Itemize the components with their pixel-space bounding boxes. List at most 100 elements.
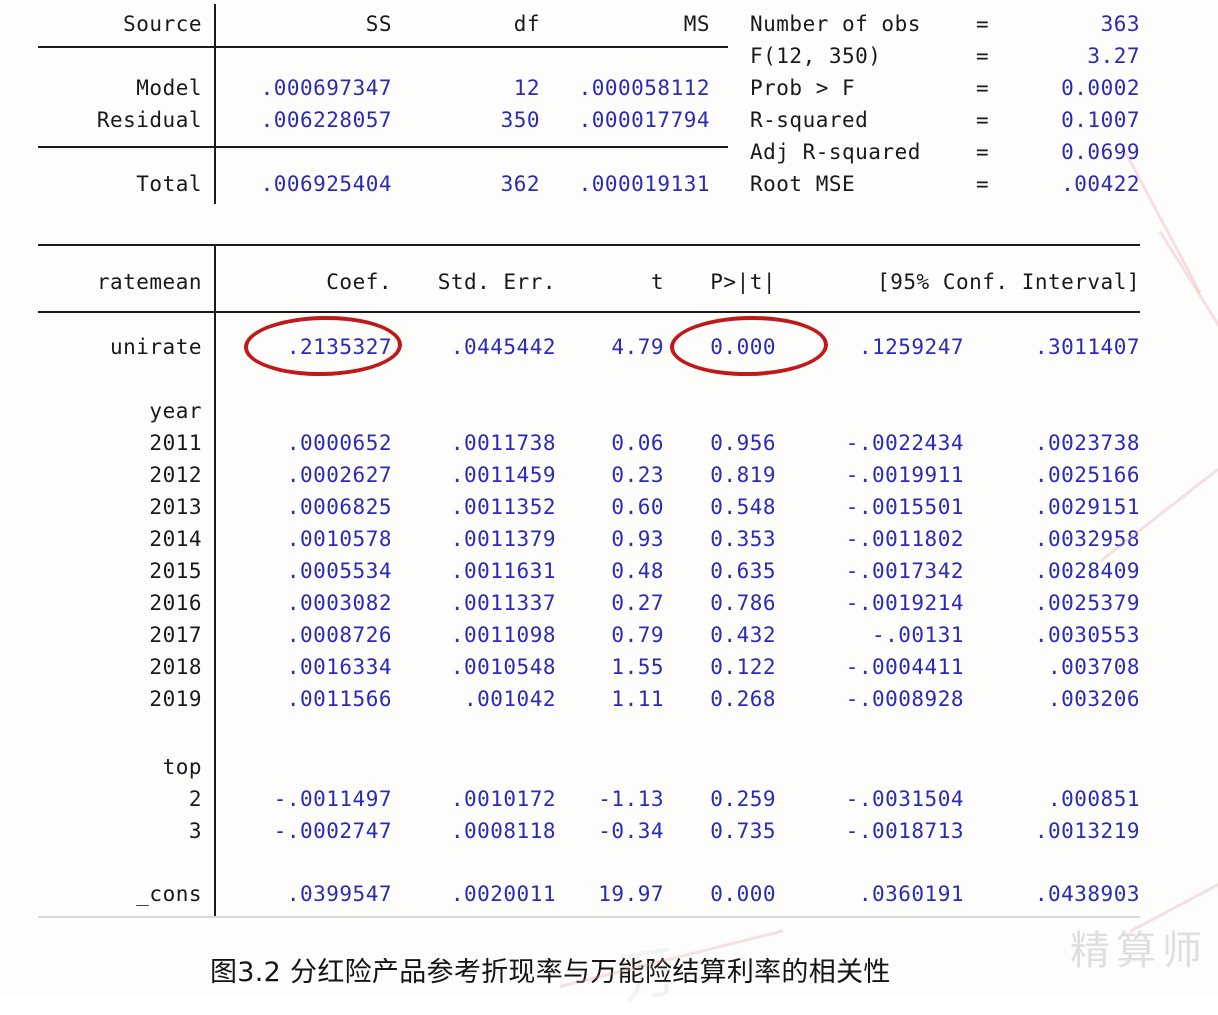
coef-row-ci-high: .0028409 <box>1034 559 1140 583</box>
coef-row-term: 2013 <box>149 495 202 519</box>
coef-row-ci-high: .0025379 <box>1034 591 1140 615</box>
coef-row-coef: -.0002747 <box>273 819 392 843</box>
coef-row-pvalue: 0.635 <box>710 559 776 583</box>
coef-row-term: 2 <box>188 787 202 811</box>
coef-row-ci-high: .0013219 <box>1034 819 1140 843</box>
coef-rule-top <box>38 244 1140 246</box>
coef-row-ci-low: .0360191 <box>858 882 964 906</box>
coef-row-t: 0.27 <box>611 591 664 615</box>
coef-row-term: 2011 <box>149 431 202 455</box>
anova-row-label: Model <box>136 76 202 100</box>
stat-value-f-statistic: 3.27 <box>1087 44 1140 68</box>
coef-row-std-err: .0020011 <box>450 882 556 906</box>
stat-value-r-squared: 0.1007 <box>1061 108 1140 132</box>
coef-row-coef: .0010578 <box>286 527 392 551</box>
coef-vertical-divider <box>214 246 216 916</box>
coef-row-term: 2012 <box>149 463 202 487</box>
watermark-stroke <box>1158 230 1218 335</box>
coef-row-std-err: .0008118 <box>450 819 556 843</box>
coef-row-std-err: .0011352 <box>450 495 556 519</box>
coef-row-pvalue: 0.353 <box>710 527 776 551</box>
coef-row-ci-high: .0029151 <box>1034 495 1140 519</box>
coef-row-term: 3 <box>188 819 202 843</box>
coef-row-t: 1.55 <box>611 655 664 679</box>
coef-row-ci-low: -.0022434 <box>845 431 964 455</box>
coef-row-coef: .0003082 <box>286 591 392 615</box>
coef-row-ci-low: -.0011802 <box>845 527 964 551</box>
coef-row-coef: .0005534 <box>286 559 392 583</box>
stat-value-adj-r-squared: 0.0699 <box>1061 140 1140 164</box>
coef-row-ci-low: -.0004411 <box>845 655 964 679</box>
coef-row-pvalue: 0.956 <box>710 431 776 455</box>
stat-label-r-squared: R-squared <box>750 108 869 132</box>
coef-row-ci-low: -.0017342 <box>845 559 964 583</box>
coef-row-t: -1.13 <box>598 787 664 811</box>
stat-label-root-mse: Root MSE <box>750 172 856 196</box>
coef-row-term: _cons <box>136 882 202 906</box>
stat-equals-sign: = <box>976 12 990 36</box>
anova-row-df: 350 <box>500 108 540 132</box>
anova-row-ms: .000017794 <box>578 108 710 132</box>
anova-row-label: Residual <box>96 108 202 132</box>
anova-row-ss: .006925404 <box>260 172 392 196</box>
coef-row-t: 0.06 <box>611 431 664 455</box>
coef-group-label-top: top <box>162 755 202 779</box>
stat-value-root-mse: .00422 <box>1061 172 1140 196</box>
coef-row-std-err: .001042 <box>463 687 556 711</box>
coef-row-coef: .0011566 <box>286 687 392 711</box>
stat-label-f-statistic: F(12, 350) <box>750 44 882 68</box>
coef-row-coef: .0002627 <box>286 463 392 487</box>
coef-row-pvalue: 0.432 <box>710 623 776 647</box>
coef-row-term: 2016 <box>149 591 202 615</box>
coef-row-t: 19.97 <box>598 882 664 906</box>
coef-row-ci-high: .0032958 <box>1034 527 1140 551</box>
anova-row-df: 12 <box>513 76 540 100</box>
stat-equals-sign: = <box>976 108 990 132</box>
anova-header-ms: MS <box>683 12 710 36</box>
coef-row-coef: -.0011497 <box>273 787 392 811</box>
coef-row-ci-low: -.0015501 <box>845 495 964 519</box>
coef-row-t: 1.11 <box>611 687 664 711</box>
coef-row-ci-low: -.0008928 <box>845 687 964 711</box>
stat-equals-sign: = <box>976 140 990 164</box>
coef-row-std-err: .0011337 <box>450 591 556 615</box>
coef-row-term: 2015 <box>149 559 202 583</box>
coef-row-std-err: .0010548 <box>450 655 556 679</box>
coef-row-std-err: .0011098 <box>450 623 556 647</box>
stat-label-prob-f: Prob > F <box>750 76 856 100</box>
coef-row-ci-high: .003206 <box>1047 687 1140 711</box>
coef-row-ci-low: -.0018713 <box>845 819 964 843</box>
coef-row-t: 0.79 <box>611 623 664 647</box>
anova-header-source: Source <box>123 12 202 36</box>
coef-row-ci-high: .003708 <box>1047 655 1140 679</box>
coef-row-std-err: .0010172 <box>450 787 556 811</box>
coef-row-pvalue: 0.259 <box>710 787 776 811</box>
coef-row-ci-high: .0438903 <box>1034 882 1140 906</box>
coef-row-term: 2017 <box>149 623 202 647</box>
coef-row-ci-high: .0025166 <box>1034 463 1140 487</box>
coef-row-pvalue: 0.268 <box>710 687 776 711</box>
coef-row-term: unirate <box>109 335 202 359</box>
highlight-ellipse-coef <box>243 314 403 378</box>
coef-row-std-err: .0011459 <box>450 463 556 487</box>
coef-row-pvalue: 0.000 <box>710 882 776 906</box>
coef-header-conf-interval: [95% Conf. Interval] <box>877 270 1140 294</box>
coef-header-depvar: ratemean <box>96 270 202 294</box>
anova-row-ss: .000697347 <box>260 76 392 100</box>
coef-row-pvalue: 0.786 <box>710 591 776 615</box>
anova-header-ss: SS <box>365 12 392 36</box>
stat-value-prob-f: 0.0002 <box>1061 76 1140 100</box>
anova-row-df: 362 <box>500 172 540 196</box>
stat-equals-sign: = <box>976 44 990 68</box>
coef-row-std-err: .0011379 <box>450 527 556 551</box>
coef-row-ci-low: -.0019214 <box>845 591 964 615</box>
anova-row-label: Total <box>136 172 202 196</box>
coef-row-t: 0.48 <box>611 559 664 583</box>
coef-row-ci-high: .000851 <box>1047 787 1140 811</box>
stat-equals-sign: = <box>976 172 990 196</box>
coef-row-term: 2018 <box>149 655 202 679</box>
coef-row-pvalue: 0.819 <box>710 463 776 487</box>
coef-row-ci-high: .3011407 <box>1034 335 1140 359</box>
anova-row-ss: .006228057 <box>260 108 392 132</box>
anova-header-df: df <box>513 12 540 36</box>
